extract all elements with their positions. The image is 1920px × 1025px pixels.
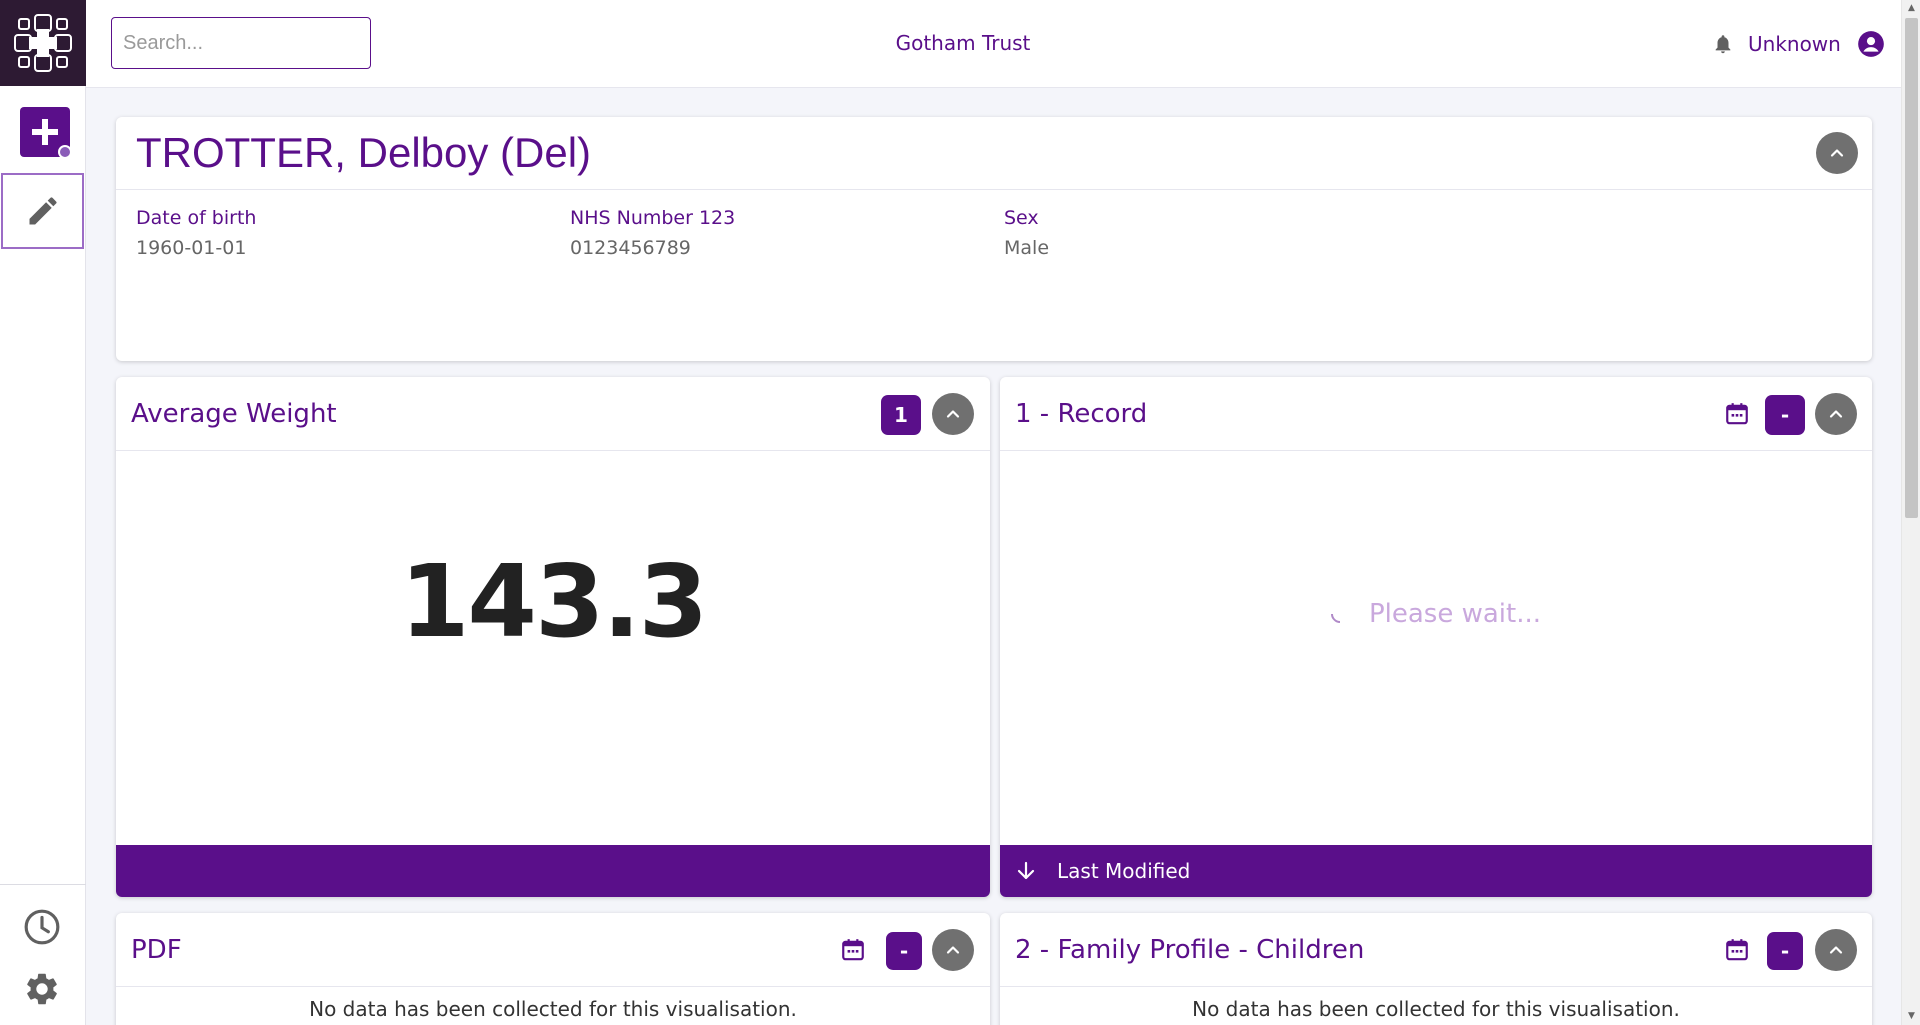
average-weight-header: Average Weight 1 [116,377,990,451]
patient-banner: TROTTER, Delboy (Del) Date of birth 1960… [116,117,1872,361]
record-calendar-button[interactable] [1722,399,1752,429]
bell-icon[interactable] [1710,30,1736,58]
patient-name: TROTTER, Delboy (Del) [136,129,592,176]
logo-icon[interactable] [0,0,86,86]
patient-header-divider [116,189,1872,190]
pdf-title: PDF [131,935,182,965]
pdf-empty-message: No data has been collected for this visu… [309,997,797,1021]
pdf-count-button[interactable]: - [886,932,922,970]
sex-label: Sex [1004,207,1039,229]
arrow-down-icon [1012,857,1040,885]
pdf-header: PDF - [116,913,990,987]
scroll-down-arrow-icon[interactable]: ▼ [1902,1008,1920,1025]
page-scrollbar[interactable]: ▲ ▼ [1901,0,1920,1025]
chevron-up-icon [946,410,960,418]
left-rail [0,0,86,1025]
pdf-calendar-button[interactable] [838,935,868,965]
settings-button[interactable] [22,969,62,1009]
record-card: 1 - Record - Please wait... Last Modifie… [1000,377,1872,897]
record-loading-text: Please wait... [1368,599,1542,629]
family-profile-collapse-button[interactable] [1815,929,1857,971]
record-footer[interactable]: Last Modified [1000,845,1872,897]
family-profile-title: 2 - Family Profile - Children [1015,935,1365,965]
dob-value: 1960-01-01 [136,237,247,259]
nhs-number-label: NHS Number 123 [570,207,736,229]
edit-button[interactable] [1,173,84,249]
rail-divider [0,884,86,885]
family-profile-count-button[interactable]: - [1767,932,1803,970]
search-input[interactable] [111,17,371,69]
family-profile-calendar-button[interactable] [1722,935,1752,965]
calendar-icon [1726,939,1748,961]
nhs-number-value: 0123456789 [570,237,691,259]
record-count-button[interactable]: - [1765,395,1805,435]
family-profile-card: 2 - Family Profile - Children - No data … [1000,913,1872,1025]
chevron-up-icon [1829,410,1843,418]
loading-spinner-icon [1327,601,1353,627]
family-profile-empty-message: No data has been collected for this visu… [1192,997,1680,1021]
record-title: 1 - Record [1015,399,1148,429]
user-name[interactable]: Unknown [1748,30,1841,58]
add-badge-dot [58,145,72,159]
average-weight-collapse-button[interactable] [932,393,974,435]
dob-field: Date of birth 1960-01-01 [136,203,256,263]
scroll-up-arrow-icon[interactable]: ▲ [1902,0,1920,17]
dob-label: Date of birth [136,207,257,229]
chevron-up-icon [1830,149,1844,157]
sex-field: Sex Male [1004,203,1049,263]
record-collapse-button[interactable] [1815,393,1857,435]
history-icon [24,909,60,945]
calendar-icon [1726,403,1748,425]
record-header: 1 - Record - [1000,377,1872,451]
average-weight-footer [116,845,990,897]
calendar-icon [842,939,864,961]
chevron-up-icon [946,946,960,954]
record-sort-label[interactable]: Last Modified [1057,845,1190,897]
patient-collapse-button[interactable] [1816,132,1858,174]
user-avatar-icon[interactable] [1856,29,1886,59]
nhs-number-field: NHS Number 123 0123456789 [570,203,735,263]
average-weight-value: 143.3 [399,542,708,660]
pdf-collapse-button[interactable] [932,929,974,971]
edit-icon [29,197,57,225]
settings-icon [27,973,57,1005]
add-icon [32,119,58,145]
chevron-up-icon [1829,946,1843,954]
top-bar: Gotham Trust Unknown [86,0,1901,88]
average-weight-title: Average Weight [131,399,337,429]
scroll-thumb[interactable] [1905,18,1918,518]
average-weight-card: Average Weight 1 143.3 [116,377,990,897]
pdf-card: PDF - No data has been collected for thi… [116,913,990,1025]
average-weight-count-button[interactable]: 1 [881,395,921,435]
record-loading: Please wait... [1000,451,1872,777]
sex-value: Male [1004,237,1050,259]
add-button[interactable] [20,107,72,159]
family-profile-header: 2 - Family Profile - Children - [1000,913,1872,987]
history-button[interactable] [22,907,62,947]
